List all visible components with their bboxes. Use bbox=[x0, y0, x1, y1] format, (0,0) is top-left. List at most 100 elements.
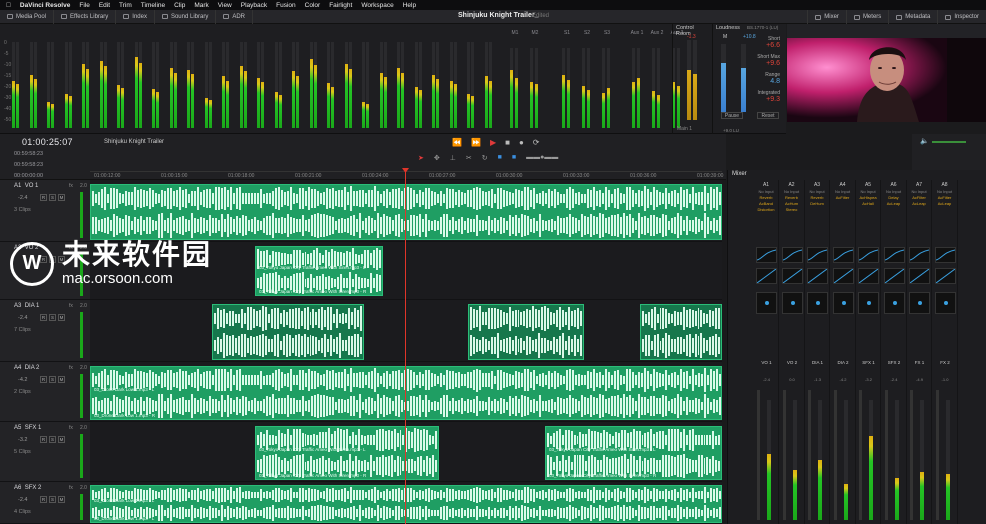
audio-clip[interactable]: 03_Tokyo Japan City Traffic Ameo With Si… bbox=[545, 426, 722, 480]
mute-button[interactable]: M bbox=[58, 496, 65, 503]
media-pool-button[interactable]: Media Pool bbox=[0, 9, 55, 24]
mixer-tab-button[interactable]: Mixer bbox=[807, 10, 846, 24]
loop-icon[interactable]: ⟳ bbox=[533, 138, 540, 147]
playhead[interactable] bbox=[405, 168, 406, 524]
solo-button[interactable]: S bbox=[49, 496, 56, 503]
arm-record-button[interactable]: R bbox=[40, 376, 47, 383]
pan-control[interactable] bbox=[883, 292, 905, 314]
track-header[interactable]: A5 SFX 1 fx 2.0 -3.2 R S M 5 Clips bbox=[0, 422, 90, 482]
app-menu[interactable]: DaVinci Resolve bbox=[20, 2, 70, 9]
menu-help[interactable]: Help bbox=[403, 2, 416, 9]
channel-input[interactable]: No Input bbox=[805, 189, 829, 194]
trim-tool-icon[interactable]: ⊥ bbox=[450, 154, 456, 162]
eq-graph[interactable] bbox=[832, 247, 854, 263]
menu-file[interactable]: File bbox=[79, 2, 89, 9]
channel-plugin-1[interactable]: Delay bbox=[882, 195, 906, 200]
channel-fader[interactable] bbox=[859, 390, 862, 520]
metadata-tab-button[interactable]: Metadata bbox=[888, 10, 937, 24]
pause-button[interactable]: Pause bbox=[721, 112, 743, 119]
channel-input[interactable]: No Input bbox=[754, 189, 778, 194]
pan-control[interactable] bbox=[858, 292, 879, 314]
pan-control[interactable] bbox=[781, 292, 803, 314]
pan-control[interactable] bbox=[934, 292, 956, 314]
channel-fader[interactable] bbox=[910, 390, 913, 520]
track-header[interactable]: A3 DIA 1 fx 2.0 -2.4 R S M 7 Clips bbox=[0, 300, 90, 362]
menu-mark[interactable]: Mark bbox=[194, 2, 208, 9]
channel-input[interactable]: No Input bbox=[780, 189, 804, 194]
arm-record-button[interactable]: R bbox=[40, 496, 47, 503]
channel-fader[interactable] bbox=[935, 390, 939, 520]
audio-clip[interactable]: 03_Drone Dark Low 1.mp3 - L 03_Drone Dark… bbox=[90, 366, 722, 420]
dynamics-graph[interactable] bbox=[781, 268, 803, 284]
mute-button[interactable]: M bbox=[58, 376, 65, 383]
control-room-select[interactable]: Main 1 bbox=[677, 126, 692, 132]
eq-graph[interactable] bbox=[909, 247, 930, 263]
inspector-tab-button[interactable]: Inspector bbox=[937, 10, 986, 24]
eq-graph[interactable] bbox=[756, 247, 777, 263]
channel-plugin-3[interactable]: Stereo bbox=[780, 207, 804, 212]
loudness-unit-select[interactable]: +9.0 LU bbox=[723, 128, 739, 133]
video-viewer[interactable] bbox=[787, 38, 986, 122]
solo-button[interactable]: S bbox=[49, 436, 56, 443]
play-icon[interactable]: ▶ bbox=[490, 138, 496, 147]
track-lane[interactable]: 03_Drone Dark Low 1.mp3 - L 03_Drone Dark… bbox=[90, 482, 722, 524]
channel-input[interactable]: No Input bbox=[907, 189, 931, 194]
channel-plugin-1[interactable]: Reverb bbox=[805, 195, 829, 200]
menu-trim[interactable]: Trim bbox=[119, 2, 132, 9]
dynamics-graph[interactable] bbox=[883, 268, 905, 284]
reset-button[interactable]: Reset bbox=[757, 112, 779, 119]
snap-icon[interactable]: ↻ bbox=[482, 154, 488, 162]
arm-record-button[interactable]: R bbox=[40, 436, 47, 443]
loudness-standard[interactable]: BS.1770-1 (LU) bbox=[747, 25, 778, 30]
record-icon[interactable]: ● bbox=[519, 138, 524, 147]
pan-control[interactable] bbox=[909, 292, 930, 314]
zoom-slider[interactable]: ▬▬●▬▬ bbox=[526, 154, 558, 162]
dynamics-graph[interactable] bbox=[934, 268, 956, 284]
razor-tool-icon[interactable]: ✂ bbox=[466, 154, 472, 162]
menu-fusion[interactable]: Fusion bbox=[276, 2, 296, 9]
eq-graph[interactable] bbox=[934, 247, 956, 263]
channel-fader[interactable] bbox=[757, 390, 760, 520]
channel-plugin-1[interactable]: AcFilter bbox=[907, 195, 931, 200]
audio-clip[interactable] bbox=[212, 304, 364, 360]
track-lane[interactable]: 03_Tokyo Japan City Traffic Ameo With Si… bbox=[90, 422, 722, 482]
eq-graph[interactable] bbox=[781, 247, 803, 263]
audio-clip[interactable]: 03_Drone Dark Low 1.mp3 - L 03_Drone Dark… bbox=[90, 485, 722, 523]
mute-button[interactable]: M bbox=[58, 436, 65, 443]
index-button[interactable]: Index bbox=[116, 9, 155, 24]
sound-library-button[interactable]: Sound Library bbox=[155, 9, 217, 24]
channel-input[interactable]: No Input bbox=[831, 189, 855, 194]
channel-fader[interactable] bbox=[808, 390, 811, 520]
channel-plugin-2[interactable]: AcHum bbox=[780, 201, 804, 206]
channel-input[interactable]: No Input bbox=[882, 189, 906, 194]
menu-playback[interactable]: Playback bbox=[241, 2, 267, 9]
track-lane[interactable]: 03_Drone Dark Low 1.mp3 - L 03_Drone Dark… bbox=[90, 362, 722, 422]
eq-graph[interactable] bbox=[883, 247, 905, 263]
track-lane[interactable] bbox=[90, 180, 722, 242]
channel-plugin-2[interactable]: AcBand bbox=[754, 201, 778, 206]
dynamics-graph[interactable] bbox=[858, 268, 879, 284]
menu-view[interactable]: View bbox=[218, 2, 232, 9]
track-header[interactable]: A4 DIA 2 fx 2.0 -4.2 R S M 2 Clips bbox=[0, 362, 90, 422]
eq-graph[interactable] bbox=[858, 247, 879, 263]
audio-clip[interactable]: 03_Tokyo Japan City Traffic Ameo With Si… bbox=[255, 426, 439, 480]
pan-control[interactable] bbox=[807, 292, 828, 314]
channel-plugin-2[interactable]: AcLeap bbox=[907, 201, 931, 206]
arm-record-button[interactable]: R bbox=[40, 314, 47, 321]
fast-forward-icon[interactable]: ⏩ bbox=[471, 138, 481, 147]
speaker-icon[interactable]: 🔈 bbox=[920, 137, 929, 145]
mute-button[interactable]: M bbox=[58, 314, 65, 321]
channel-fader[interactable] bbox=[884, 390, 888, 520]
audio-clip[interactable] bbox=[640, 304, 722, 360]
pointer-tool-icon[interactable]: ➤ bbox=[418, 154, 424, 162]
arm-record-button[interactable]: R bbox=[40, 194, 47, 201]
flag-icon[interactable]: ■ bbox=[498, 154, 502, 162]
dynamics-graph[interactable] bbox=[832, 268, 854, 284]
solo-button[interactable]: S bbox=[49, 314, 56, 321]
menu-clip[interactable]: Clip bbox=[174, 2, 185, 9]
pan-control[interactable] bbox=[756, 292, 777, 314]
menu-workspace[interactable]: Workspace bbox=[361, 2, 393, 9]
track-header[interactable]: A1 VO 1 fx 2.0 -2.4 R S M 3 Clips bbox=[0, 180, 90, 242]
rewind-icon[interactable]: ⏪ bbox=[452, 138, 462, 147]
channel-input[interactable]: No Input bbox=[933, 189, 957, 194]
